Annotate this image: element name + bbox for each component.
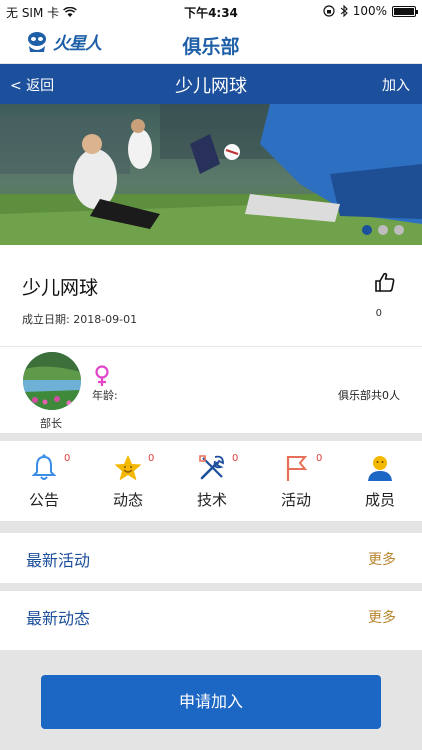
status-bar: 无 SIM 卡 下午4:34 100% bbox=[0, 0, 422, 22]
menu-item-skills[interactable]: 0 技术 bbox=[170, 441, 254, 521]
flag-icon bbox=[286, 456, 308, 481]
nav-title: 少儿网球 bbox=[175, 76, 247, 97]
news-badge: 0 bbox=[148, 453, 155, 464]
carousel-dot[interactable] bbox=[378, 225, 388, 235]
bell-icon bbox=[31, 454, 57, 480]
nav-bar: < 返回 少儿网球 加入 bbox=[0, 64, 422, 104]
events-badge: 0 bbox=[316, 453, 323, 464]
avatar-image bbox=[23, 352, 81, 410]
star-icon bbox=[114, 455, 142, 481]
menu-item-news[interactable]: 0 动态 bbox=[86, 441, 170, 521]
latest-news-title: 最新动态 bbox=[26, 609, 91, 628]
member-icon bbox=[368, 456, 392, 481]
tools-icon bbox=[199, 455, 224, 480]
divider bbox=[0, 433, 422, 441]
founded-date: 成立日期: 2018-09-01 bbox=[22, 311, 137, 327]
join-button[interactable]: 加入 bbox=[382, 75, 410, 95]
events-label: 活动 bbox=[280, 491, 311, 509]
founded-label: 成立日期: bbox=[22, 313, 70, 326]
skills-label: 技术 bbox=[196, 491, 227, 509]
leader-role: 部长 bbox=[40, 417, 62, 430]
news-label: 动态 bbox=[112, 491, 143, 509]
leader-section: 部长 年龄: 俱乐部共0人 bbox=[0, 347, 422, 433]
bottom-bar: 申请加入 bbox=[0, 650, 422, 750]
carousel-dot[interactable] bbox=[394, 225, 404, 235]
members-label: 成员 bbox=[364, 491, 395, 509]
menu-item-notice[interactable]: 0 公告 bbox=[2, 441, 86, 521]
divider bbox=[0, 521, 422, 533]
latest-events-title: 最新活动 bbox=[26, 551, 91, 570]
leader-avatar[interactable] bbox=[23, 352, 81, 410]
latest-events-more[interactable]: 更多 bbox=[368, 549, 396, 569]
member-count: 俱乐部共0人 bbox=[338, 389, 400, 402]
notice-badge: 0 bbox=[64, 453, 71, 464]
battery-icon bbox=[392, 5, 418, 17]
club-name: 少儿网球 bbox=[22, 277, 99, 299]
latest-events-section: 最新活动 更多 bbox=[0, 533, 422, 583]
leader-age: 年龄: bbox=[92, 389, 118, 402]
founded-value: 2018-09-01 bbox=[73, 313, 138, 326]
menu-item-members[interactable]: 成员 bbox=[338, 441, 422, 521]
thumbs-up-icon[interactable] bbox=[374, 271, 396, 293]
latest-news-section: 最新动态 更多 bbox=[0, 591, 422, 641]
carousel-dot[interactable] bbox=[362, 225, 372, 235]
app-title: 俱乐部 bbox=[182, 36, 240, 58]
rotation-lock-icon bbox=[323, 5, 335, 17]
feature-menu: 0 公告 0 动态 0 技术 0 活动 成员 bbox=[0, 441, 422, 521]
apply-join-button[interactable]: 申请加入 bbox=[41, 675, 381, 729]
female-icon bbox=[95, 365, 109, 386]
app-header: 火星人 俱乐部 bbox=[0, 22, 422, 64]
banner-image bbox=[0, 104, 422, 245]
latest-news-more[interactable]: 更多 bbox=[368, 607, 396, 627]
like-count: 0 bbox=[375, 308, 382, 319]
menu-item-events[interactable]: 0 活动 bbox=[254, 441, 338, 521]
status-right: 100% bbox=[323, 4, 418, 18]
bluetooth-icon bbox=[340, 5, 348, 17]
carousel-dots bbox=[362, 225, 404, 235]
battery-fill bbox=[394, 7, 414, 15]
club-info-card: 少儿网球 成立日期: 2018-09-01 0 bbox=[0, 245, 422, 347]
banner-carousel[interactable] bbox=[0, 104, 422, 245]
notice-label: 公告 bbox=[28, 491, 59, 509]
divider bbox=[0, 583, 422, 591]
skills-badge: 0 bbox=[232, 453, 239, 464]
battery-percent: 100% bbox=[352, 4, 387, 18]
